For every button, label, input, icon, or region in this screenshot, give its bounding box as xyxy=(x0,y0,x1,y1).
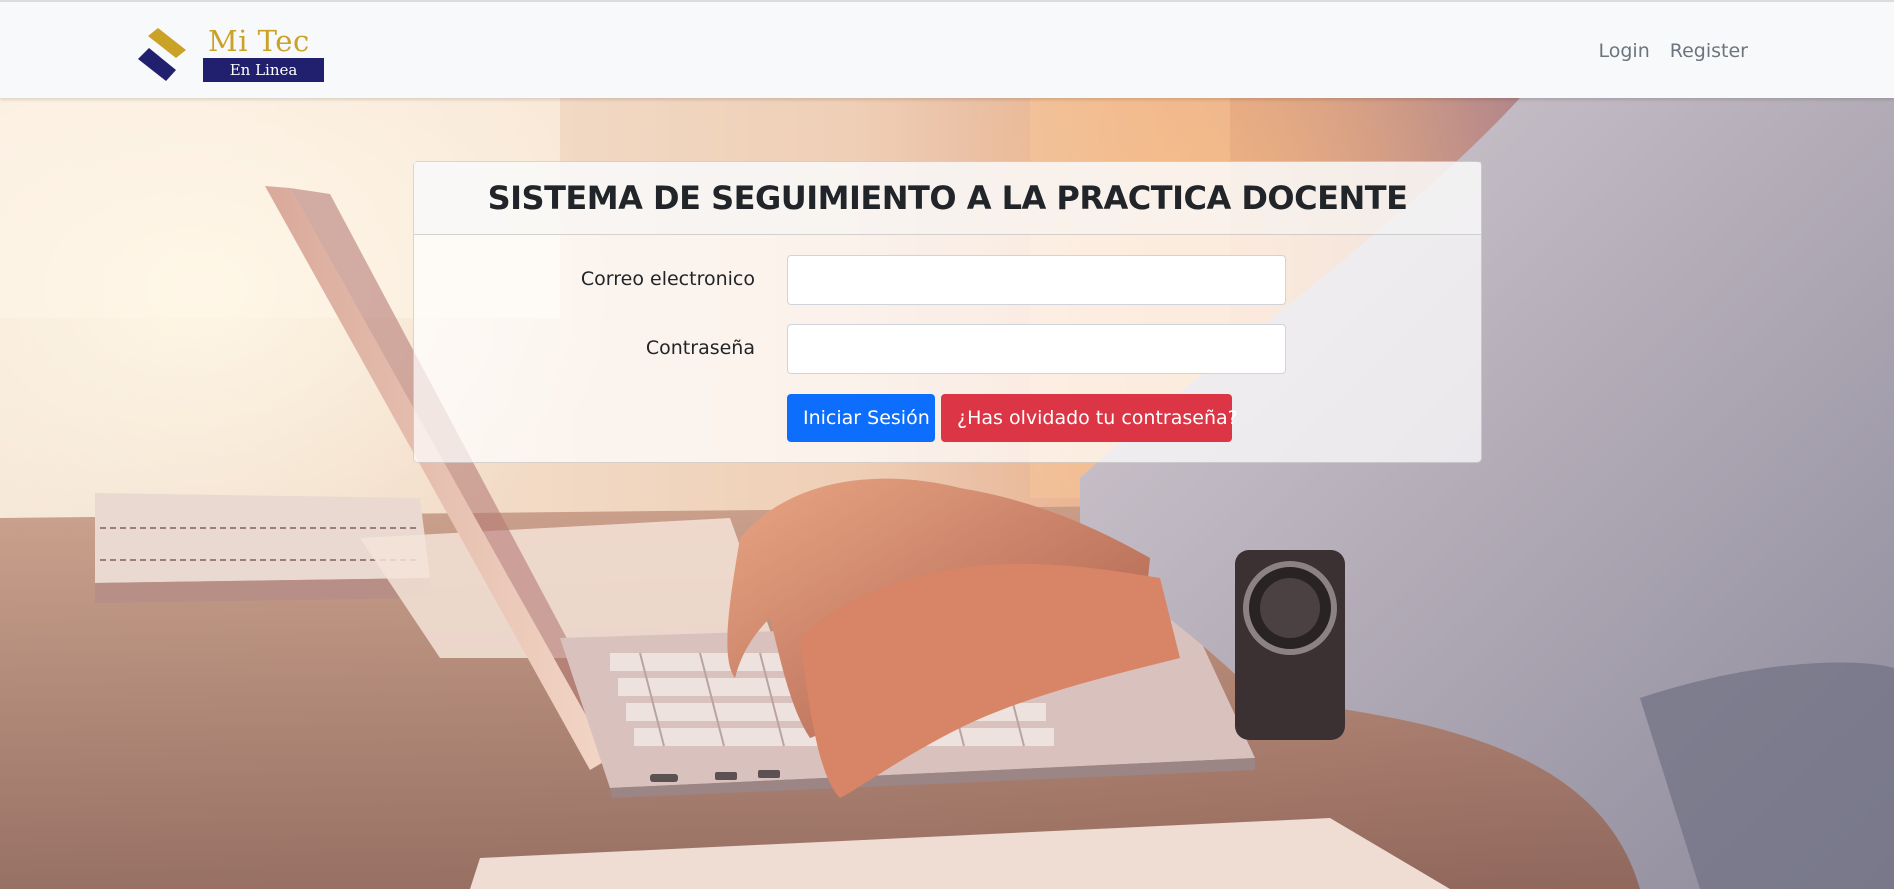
card-header: SISTEMA DE SEGUIMIENTO A LA PRACTICA DOC… xyxy=(414,162,1481,235)
login-button[interactable]: Iniciar Sesión xyxy=(787,394,935,442)
email-label: Correo electronico xyxy=(580,268,755,290)
logo-title: Mi Tec xyxy=(208,24,310,58)
email-row: Correo electronico xyxy=(414,255,1481,305)
nav-register-link[interactable]: Register xyxy=(1670,40,1748,62)
password-field[interactable] xyxy=(787,324,1286,374)
logo-diamond-icon xyxy=(138,28,186,81)
forgot-password-button[interactable]: ¿Has olvidado tu contraseña? xyxy=(941,394,1238,442)
logo-subtitle: En Linea xyxy=(203,58,324,82)
page-title: SISTEMA DE SEGUIMIENTO A LA PRACTICA DOC… xyxy=(487,179,1408,217)
nav-login-link[interactable]: Login xyxy=(1599,40,1650,62)
login-card: SISTEMA DE SEGUIMIENTO A LA PRACTICA DOC… xyxy=(413,161,1482,463)
top-navbar: Mi Tec En Linea Login Register xyxy=(0,0,1894,98)
password-row: Contraseña xyxy=(414,324,1481,374)
password-label: Contraseña xyxy=(645,337,755,359)
nav-links: Login Register xyxy=(1599,40,1749,62)
mitec-logo[interactable]: Mi Tec En Linea xyxy=(136,24,326,84)
email-field[interactable] xyxy=(787,255,1286,305)
